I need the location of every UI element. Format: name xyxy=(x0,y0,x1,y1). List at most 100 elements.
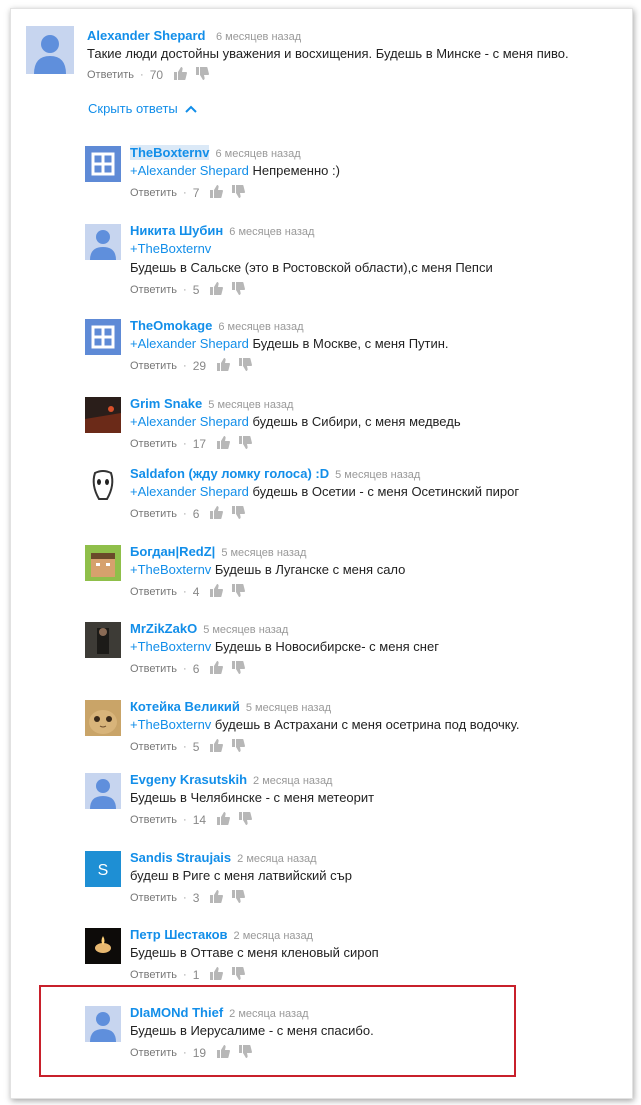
separator: · xyxy=(183,969,187,981)
comments-panel: Alexander Shepard 6 месяцев назад Такие … xyxy=(10,8,633,1099)
letter-avatar-icon: S xyxy=(85,851,121,887)
comment-time[interactable]: 2 месяца назад xyxy=(237,853,316,865)
comment-author[interactable]: Никита Шубин xyxy=(130,223,223,238)
reply-button[interactable]: Ответить xyxy=(130,663,177,675)
avatar[interactable]: S xyxy=(85,851,121,887)
thumbs-down-icon[interactable] xyxy=(195,67,210,83)
reply-button[interactable]: Ответить xyxy=(130,187,177,199)
separator: · xyxy=(183,663,187,675)
comment-time[interactable]: 5 месяцев назад xyxy=(208,399,293,411)
thumbs-down-icon[interactable] xyxy=(238,436,253,452)
comment-author[interactable]: TheBoxternv xyxy=(130,145,210,160)
mention-link[interactable]: +Alexander Shepard xyxy=(130,163,249,178)
highlight-frame xyxy=(39,985,516,1077)
comment-time[interactable]: 6 месяцев назад xyxy=(229,226,314,238)
avatar[interactable] xyxy=(85,319,121,355)
separator: · xyxy=(183,586,187,598)
comment-time[interactable]: 5 месяцев назад xyxy=(221,547,306,559)
mention-link[interactable]: +Alexander Shepard xyxy=(130,484,249,499)
default-avatar-icon xyxy=(85,773,121,809)
reply-button[interactable]: Ответить xyxy=(130,814,177,826)
separator: · xyxy=(183,892,187,904)
comment-author[interactable]: TheOmokage xyxy=(130,318,212,333)
comment-text: Будешь в Новосибирске- с меня снег xyxy=(211,639,439,654)
comment-time[interactable]: 6 месяцев назад xyxy=(218,321,303,333)
avatar[interactable] xyxy=(85,146,121,182)
mention-link[interactable]: +TheBoxternv xyxy=(130,639,211,654)
thumbs-down-icon[interactable] xyxy=(231,185,246,201)
comment-author[interactable]: Котейка Великий xyxy=(130,699,240,714)
thumbs-down-icon[interactable] xyxy=(231,739,246,755)
mention-link[interactable]: +TheBoxternv xyxy=(130,717,211,732)
avatar[interactable] xyxy=(85,928,121,964)
mention-link[interactable]: +Alexander Shepard xyxy=(130,336,249,351)
thumbs-up-icon[interactable] xyxy=(209,584,224,600)
like-count: 3 xyxy=(192,891,200,905)
thumbs-down-icon[interactable] xyxy=(231,890,246,906)
reply-button[interactable]: Ответить xyxy=(87,69,134,81)
thumbs-down-icon[interactable] xyxy=(231,506,246,522)
avatar[interactable] xyxy=(85,467,121,503)
thumbs-up-icon[interactable] xyxy=(216,436,231,452)
mention-link[interactable]: +TheBoxternv xyxy=(130,562,211,577)
reply-button[interactable]: Ответить xyxy=(130,284,177,296)
comment-body: +TheBoxternv Будешь в Новосибирске- с ме… xyxy=(130,639,439,654)
comment-author[interactable]: MrZikZakO xyxy=(130,621,197,636)
thumbs-down-icon[interactable] xyxy=(238,358,253,374)
reply-button[interactable]: Ответить xyxy=(130,508,177,520)
reply-button[interactable]: Ответить xyxy=(130,969,177,981)
comment-time[interactable]: 2 месяца назад xyxy=(253,775,332,787)
reply-button[interactable]: Ответить xyxy=(130,892,177,904)
avatar[interactable] xyxy=(85,545,121,581)
comment-author[interactable]: Evgeny Krasutskih xyxy=(130,772,247,787)
hide-replies-button[interactable]: Скрыть ответы xyxy=(88,101,198,116)
avatar[interactable] xyxy=(85,397,121,433)
thumbs-down-icon[interactable] xyxy=(231,967,246,983)
comment-body: +TheBoxternv будешь в Астрахани с меня о… xyxy=(130,717,519,732)
mention-link[interactable]: +Alexander Shepard xyxy=(130,414,249,429)
separator: · xyxy=(140,69,144,81)
thumbs-up-icon[interactable] xyxy=(209,967,224,983)
comment-author[interactable]: Grim Snake xyxy=(130,396,202,411)
avatar[interactable] xyxy=(85,773,121,809)
thumbs-up-icon[interactable] xyxy=(216,812,231,828)
thumbs-up-icon[interactable] xyxy=(209,739,224,755)
thumbs-down-icon[interactable] xyxy=(231,584,246,600)
comment-time[interactable]: 6 месяцев назад xyxy=(215,148,300,160)
reply-button[interactable]: Ответить xyxy=(130,360,177,372)
thumbs-up-icon[interactable] xyxy=(209,661,224,677)
like-count: 70 xyxy=(149,68,164,82)
comment-time[interactable]: 6 месяцев назад xyxy=(216,31,301,43)
avatar[interactable] xyxy=(26,26,74,74)
comment-author[interactable]: Alexander Shepard xyxy=(87,28,206,43)
thumbs-up-icon[interactable] xyxy=(209,506,224,522)
comment-body: +Alexander Shepard Непременно :) xyxy=(130,163,340,178)
thumbs-down-icon[interactable] xyxy=(231,282,246,298)
comment-time[interactable]: 2 месяца назад xyxy=(234,930,313,942)
comment-body: +Alexander Shepard будешь в Сибири, с ме… xyxy=(130,414,461,429)
mention-link[interactable]: +TheBoxternv xyxy=(130,241,211,256)
thumbs-up-icon[interactable] xyxy=(209,890,224,906)
comment-author[interactable]: Sandis Straujais xyxy=(130,850,231,865)
comment-time[interactable]: 5 месяцев назад xyxy=(246,702,331,714)
avatar[interactable] xyxy=(85,224,121,260)
thumbs-down-icon[interactable] xyxy=(238,812,253,828)
like-count: 7 xyxy=(192,186,200,200)
thumbs-up-icon[interactable] xyxy=(173,67,188,83)
comment-author[interactable]: Петр Шестаков xyxy=(130,927,228,942)
comment-author[interactable]: Saldafon (жду ломку голоса) :D xyxy=(130,466,329,481)
thumbs-up-icon[interactable] xyxy=(209,282,224,298)
reply-button[interactable]: Ответить xyxy=(130,438,177,450)
thumbs-down-icon[interactable] xyxy=(231,661,246,677)
thumbs-up-icon[interactable] xyxy=(209,185,224,201)
reply-button[interactable]: Ответить xyxy=(130,741,177,753)
avatar[interactable] xyxy=(85,700,121,736)
comment-time[interactable]: 5 месяцев назад xyxy=(335,469,420,481)
reply-button[interactable]: Ответить xyxy=(130,586,177,598)
separator: · xyxy=(183,360,187,372)
comment-author[interactable]: Богдан|RedZ| xyxy=(130,544,215,559)
like-count: 6 xyxy=(192,507,200,521)
comment-time[interactable]: 5 месяцев назад xyxy=(203,624,288,636)
avatar[interactable] xyxy=(85,622,121,658)
thumbs-up-icon[interactable] xyxy=(216,358,231,374)
